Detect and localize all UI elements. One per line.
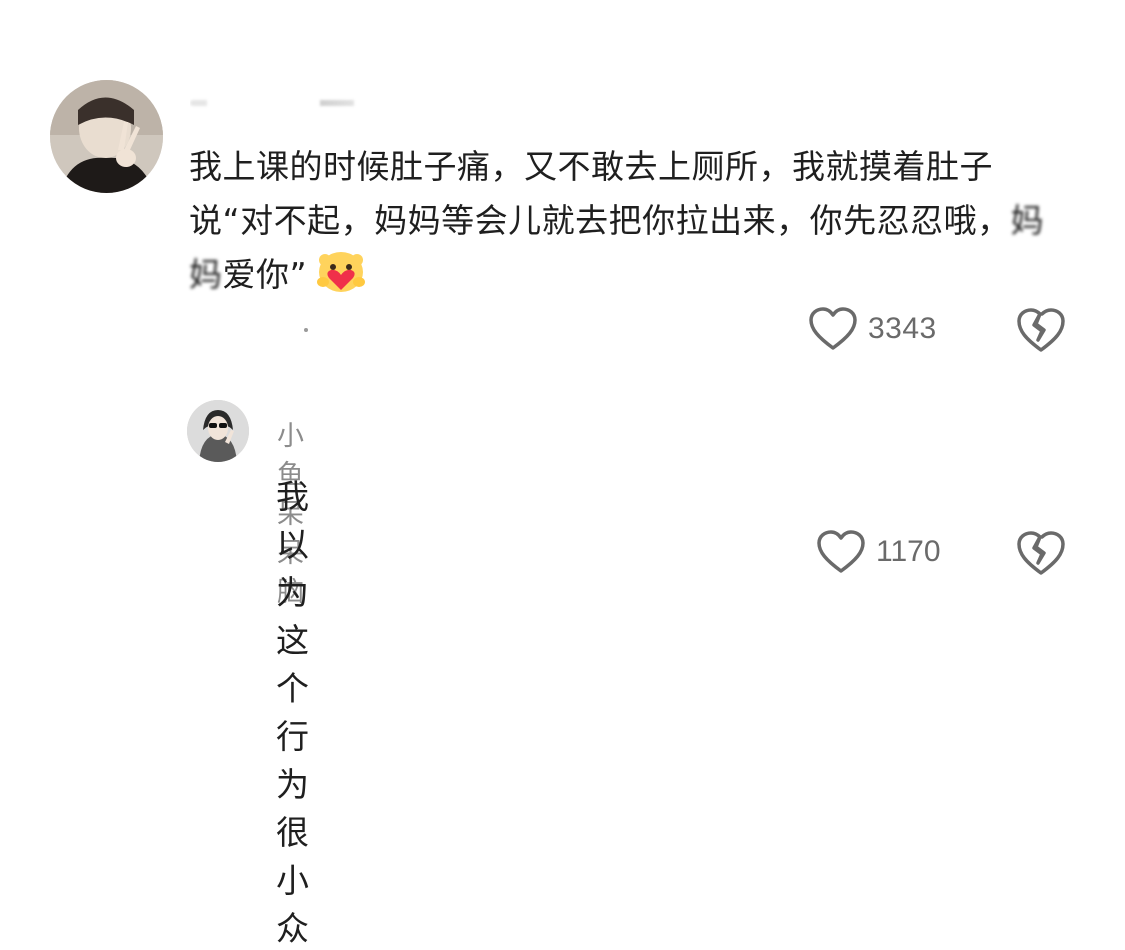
reply-text: 我以为这个行为很小众 (276, 477, 310, 948)
commenter-username-blurred (190, 88, 410, 110)
comment-text-main: 我上课的时候肚子痛，又不敢去上厕所，我就摸着肚子说“对不起，妈妈等会儿就去把你拉… (189, 147, 1011, 240)
reply-avatar[interactable] (187, 400, 249, 462)
broken-heart-icon (1017, 308, 1065, 352)
like-button[interactable]: 3343 (808, 306, 937, 352)
heart-hug-emoji-icon (317, 252, 366, 292)
heart-outline-icon (817, 530, 865, 573)
separator-dot (304, 328, 308, 332)
heart-outline-icon (809, 307, 857, 350)
like-count: 3343 (868, 312, 937, 345)
comment-text-end: 爱你” (222, 255, 308, 294)
dislike-button[interactable] (1016, 306, 1066, 354)
comment-text: 我上课的时候肚子痛，又不敢去上厕所，我就摸着肚子说“对不起，妈妈等会儿就去把你拉… (189, 140, 1069, 302)
reply-dislike-button[interactable] (1016, 529, 1066, 577)
avatar-image (187, 400, 249, 462)
commenter-avatar[interactable] (50, 80, 163, 193)
reply-like-button[interactable]: 1170 (816, 529, 941, 575)
avatar-image (50, 80, 163, 193)
broken-heart-icon (1017, 531, 1065, 575)
reply-like-count: 1170 (876, 535, 941, 568)
